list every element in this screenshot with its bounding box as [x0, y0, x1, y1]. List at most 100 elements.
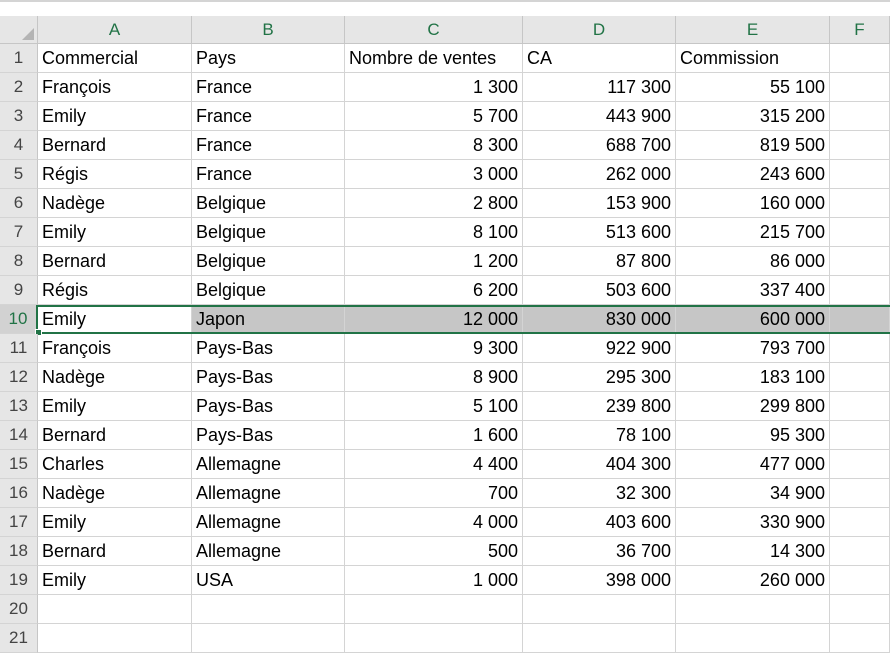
- cell[interactable]: François: [38, 334, 192, 363]
- cell[interactable]: 117 300: [523, 73, 676, 102]
- cell[interactable]: 8 300: [345, 131, 523, 160]
- cell[interactable]: 2 800: [345, 189, 523, 218]
- row-header[interactable]: 2: [0, 73, 38, 102]
- cell[interactable]: [523, 595, 676, 624]
- row-header[interactable]: 3: [0, 102, 38, 131]
- row-header[interactable]: 13: [0, 392, 38, 421]
- cell[interactable]: 793 700: [676, 334, 830, 363]
- cell[interactable]: Pays-Bas: [192, 334, 345, 363]
- cell[interactable]: 12 000: [345, 305, 523, 334]
- row-header[interactable]: 15: [0, 450, 38, 479]
- cell[interactable]: [676, 624, 830, 653]
- cell[interactable]: [830, 363, 890, 392]
- cell[interactable]: [830, 305, 890, 334]
- cell[interactable]: 1 600: [345, 421, 523, 450]
- row-header[interactable]: 18: [0, 537, 38, 566]
- select-all-button[interactable]: [0, 16, 38, 44]
- cell[interactable]: Bernard: [38, 421, 192, 450]
- cell[interactable]: Allemagne: [192, 537, 345, 566]
- cell[interactable]: 337 400: [676, 276, 830, 305]
- cell[interactable]: [523, 624, 676, 653]
- cell[interactable]: 819 500: [676, 131, 830, 160]
- cell[interactable]: Emily: [38, 508, 192, 537]
- cell[interactable]: [830, 160, 890, 189]
- cell[interactable]: France: [192, 102, 345, 131]
- cell[interactable]: 295 300: [523, 363, 676, 392]
- cell[interactable]: 5 100: [345, 392, 523, 421]
- column-header-1[interactable]: B: [192, 16, 345, 44]
- cell[interactable]: [38, 624, 192, 653]
- cell[interactable]: Nadège: [38, 479, 192, 508]
- cell[interactable]: Belgique: [192, 218, 345, 247]
- cell[interactable]: 260 000: [676, 566, 830, 595]
- cell[interactable]: [830, 479, 890, 508]
- cell[interactable]: Emily: [38, 218, 192, 247]
- cell[interactable]: 404 300: [523, 450, 676, 479]
- cell[interactable]: Nombre de ventes: [345, 44, 523, 73]
- cell[interactable]: [345, 624, 523, 653]
- cell[interactable]: 1 300: [345, 73, 523, 102]
- cell[interactable]: 32 300: [523, 479, 676, 508]
- column-header-0[interactable]: A: [38, 16, 192, 44]
- cell[interactable]: 700: [345, 479, 523, 508]
- cell[interactable]: 243 600: [676, 160, 830, 189]
- cell[interactable]: [830, 624, 890, 653]
- cell[interactable]: 78 100: [523, 421, 676, 450]
- cell[interactable]: Pays-Bas: [192, 421, 345, 450]
- cell[interactable]: 6 200: [345, 276, 523, 305]
- row-header[interactable]: 20: [0, 595, 38, 624]
- cell[interactable]: [830, 450, 890, 479]
- cell[interactable]: [192, 595, 345, 624]
- cell[interactable]: Belgique: [192, 189, 345, 218]
- cell[interactable]: 86 000: [676, 247, 830, 276]
- row-header[interactable]: 5: [0, 160, 38, 189]
- cell[interactable]: 3 000: [345, 160, 523, 189]
- cell[interactable]: 5 700: [345, 102, 523, 131]
- cell[interactable]: [830, 247, 890, 276]
- row-header[interactable]: 17: [0, 508, 38, 537]
- cell[interactable]: Pays: [192, 44, 345, 73]
- cell[interactable]: Emily: [38, 305, 192, 334]
- cell[interactable]: 153 900: [523, 189, 676, 218]
- row-header[interactable]: 6: [0, 189, 38, 218]
- cell[interactable]: Commercial: [38, 44, 192, 73]
- cell[interactable]: CA: [523, 44, 676, 73]
- row-header[interactable]: 11: [0, 334, 38, 363]
- row-header[interactable]: 14: [0, 421, 38, 450]
- cell[interactable]: Allemagne: [192, 450, 345, 479]
- cell[interactable]: 239 800: [523, 392, 676, 421]
- cell[interactable]: [830, 276, 890, 305]
- cell[interactable]: 160 000: [676, 189, 830, 218]
- cell[interactable]: Bernard: [38, 537, 192, 566]
- cell[interactable]: 830 000: [523, 305, 676, 334]
- cell[interactable]: 922 900: [523, 334, 676, 363]
- cell[interactable]: Allemagne: [192, 479, 345, 508]
- cell[interactable]: [830, 131, 890, 160]
- cell[interactable]: [830, 218, 890, 247]
- cell[interactable]: [830, 44, 890, 73]
- cell[interactable]: Emily: [38, 102, 192, 131]
- row-header[interactable]: 19: [0, 566, 38, 595]
- cell[interactable]: Japon: [192, 305, 345, 334]
- cell[interactable]: Commission: [676, 44, 830, 73]
- row-header[interactable]: 10: [0, 305, 38, 334]
- row-header[interactable]: 4: [0, 131, 38, 160]
- cell[interactable]: 398 000: [523, 566, 676, 595]
- row-header[interactable]: 8: [0, 247, 38, 276]
- cell[interactable]: 500: [345, 537, 523, 566]
- cell[interactable]: 8 900: [345, 363, 523, 392]
- cell[interactable]: [830, 566, 890, 595]
- cell[interactable]: 688 700: [523, 131, 676, 160]
- cell[interactable]: Pays-Bas: [192, 363, 345, 392]
- cell[interactable]: [676, 595, 830, 624]
- row-header[interactable]: 7: [0, 218, 38, 247]
- cell[interactable]: Emily: [38, 392, 192, 421]
- worksheet-grid[interactable]: A B C D E F 1 Commercial Pays Nombre de ventes CA C…: [0, 16, 890, 653]
- column-header-5[interactable]: F: [830, 16, 890, 44]
- cell[interactable]: Allemagne: [192, 508, 345, 537]
- cell[interactable]: 443 900: [523, 102, 676, 131]
- cell[interactable]: Belgique: [192, 247, 345, 276]
- cell[interactable]: Belgique: [192, 276, 345, 305]
- cell[interactable]: François: [38, 73, 192, 102]
- cell[interactable]: 1 200: [345, 247, 523, 276]
